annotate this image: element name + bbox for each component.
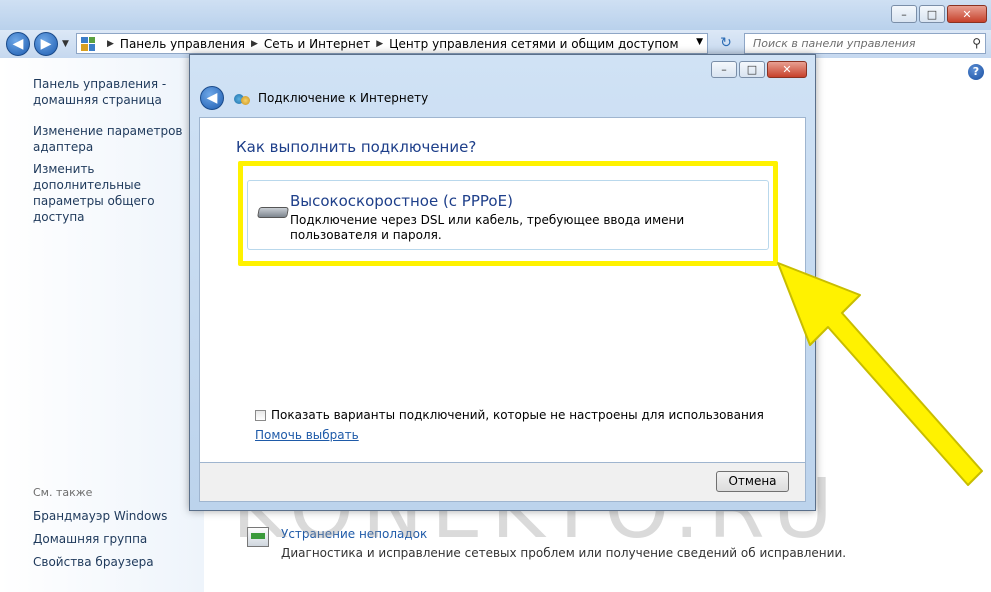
sidebar-item-adapter-settings[interactable]: Изменение параметров адаптера (33, 123, 198, 155)
breadcrumb-control-panel[interactable]: Панель управления (120, 37, 245, 51)
dialog-window-controls: – □ ✕ (711, 61, 807, 78)
window-controls: – □ ✕ (891, 5, 987, 23)
search-icon[interactable]: ⚲ (972, 36, 981, 50)
left-pane: Панель управления - домашняя страница Из… (0, 58, 204, 592)
show-unconfigured-checkbox[interactable]: Показать варианты подключений, которые н… (255, 408, 764, 422)
pppoe-option-description: Подключение через DSL или кабель, требую… (290, 213, 685, 242)
see-also-heading: См. также (33, 486, 93, 499)
recent-pages-dropdown-icon[interactable]: ▼ (62, 39, 69, 49)
pppoe-option[interactable]: Высокоскоростное (с PPPoE) Подключение ч… (247, 180, 769, 250)
dialog-body: Как выполнить подключение? Высокоскорост… (199, 117, 806, 463)
dialog-minimize-button[interactable]: – (711, 61, 737, 78)
dialog-back-button[interactable]: ◀ (200, 86, 224, 110)
search-input[interactable]: Поиск в панели управления ⚲ (744, 33, 986, 54)
dialog-footer: Отмена (199, 463, 806, 502)
connect-dialog: – □ ✕ ◀ Подключение к Интернету Как выпо… (189, 54, 816, 511)
sidebar-item-home[interactable]: Панель управления - домашняя страница (33, 76, 198, 108)
dialog-close-button[interactable]: ✕ (767, 61, 807, 78)
checkbox-label: Показать варианты подключений, которые н… (271, 408, 764, 422)
control-panel-icon (81, 36, 95, 51)
breadcrumb-network-center[interactable]: Центр управления сетями и общим доступом (389, 37, 678, 51)
search-placeholder: Поиск в панели управления (753, 37, 916, 50)
minimize-button[interactable]: – (891, 5, 917, 23)
pppoe-option-title: Высокоскоростное (с PPPoE) (290, 192, 513, 210)
address-bar[interactable]: ▶ Панель управления ▶ Сеть и Интернет ▶ … (76, 33, 708, 54)
breadcrumb-separator-icon[interactable]: ▶ (107, 39, 114, 49)
breadcrumb-separator-icon[interactable]: ▶ (376, 39, 383, 49)
breadcrumb-network-internet[interactable]: Сеть и Интернет (264, 37, 370, 51)
back-button[interactable]: ◀ (6, 32, 30, 56)
dialog-header: ◀ Подключение к Интернету (190, 83, 815, 117)
window-titlebar: – □ ✕ (0, 0, 991, 30)
sidebar-item-firewall[interactable]: Брандмауэр Windows (33, 508, 198, 524)
dialog-title: Подключение к Интернету (258, 91, 429, 105)
modem-icon (258, 203, 290, 221)
address-dropdown-icon[interactable]: ▼ (696, 37, 703, 47)
sidebar-item-homegroup[interactable]: Домашняя группа (33, 531, 198, 547)
help-choose-link[interactable]: Помочь выбрать (255, 428, 359, 442)
dialog-maximize-button[interactable]: □ (739, 61, 765, 78)
yellow-arrow-annotation (777, 262, 983, 486)
dialog-question: Как выполнить подключение? (236, 138, 477, 156)
breadcrumb-separator-icon[interactable]: ▶ (251, 39, 258, 49)
sidebar-item-sharing-settings[interactable]: Изменить дополнительные параметры общего… (33, 161, 203, 225)
close-button[interactable]: ✕ (947, 5, 987, 23)
sidebar-item-browser-properties[interactable]: Свойства браузера (33, 554, 198, 570)
arrow-shape (777, 262, 983, 486)
refresh-icon[interactable]: ↻ (716, 35, 736, 53)
checkbox-box[interactable] (255, 409, 266, 421)
help-icon[interactable]: ? (968, 64, 984, 80)
maximize-button[interactable]: □ (919, 5, 945, 23)
network-globe-icon (234, 92, 250, 106)
forward-button[interactable]: ▶ (34, 32, 58, 56)
